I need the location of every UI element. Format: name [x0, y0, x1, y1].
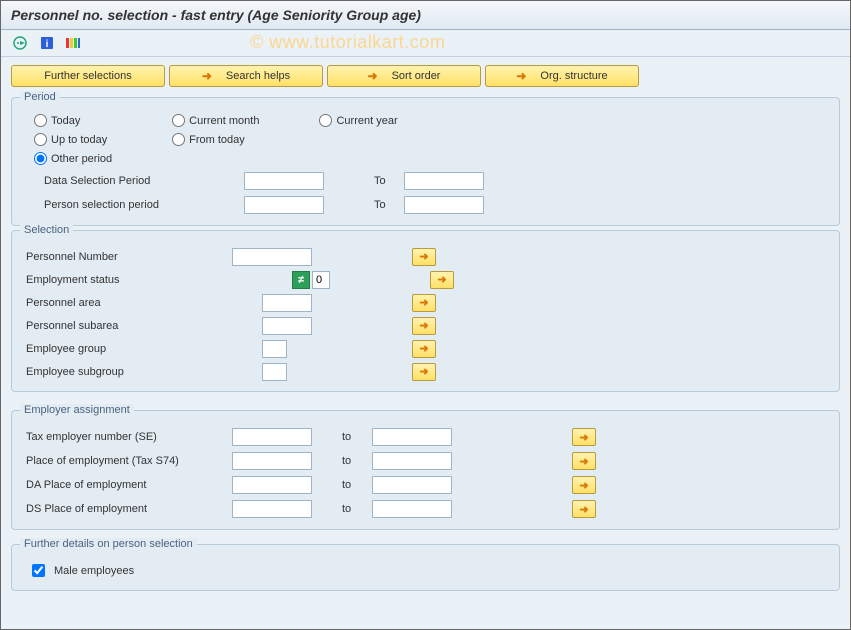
radio-from-today[interactable]: From today [172, 133, 259, 146]
multi-select-button[interactable]: ➜ [412, 340, 436, 358]
dsplace-from-input[interactable] [232, 500, 312, 518]
selection-group: Selection Personnel Number➜ Employment s… [11, 230, 840, 392]
sap-window: Personnel no. selection - fast entry (Ag… [0, 0, 851, 630]
to-label: To [374, 175, 404, 187]
placeemp-to-input[interactable] [372, 452, 452, 470]
radio-current-year[interactable]: Current year [319, 114, 397, 127]
not-equal-icon[interactable]: ≠ [292, 271, 310, 289]
data-sel-from-input[interactable] [244, 172, 324, 190]
button-label: Search helps [226, 70, 290, 82]
arrow-icon: ➜ [202, 69, 212, 83]
group-title: Period [20, 91, 60, 103]
radio-up-to-today[interactable]: Up to today [34, 133, 112, 146]
further-details-group: Further details on person selection Male… [11, 544, 840, 591]
daplace-label: DA Place of employment [22, 479, 232, 491]
multi-select-button[interactable]: ➜ [572, 500, 596, 518]
person-sel-period-label: Person selection period [44, 199, 244, 211]
employer-group: Employer assignment Tax employer number … [11, 410, 840, 530]
perssubarea-label: Personnel subarea [22, 320, 232, 332]
empgroup-input[interactable] [262, 340, 287, 358]
checkbox-label: Male employees [54, 565, 134, 577]
radio-label: Current month [189, 115, 259, 127]
radio-label: Current year [336, 115, 397, 127]
pernr-input[interactable] [232, 248, 312, 266]
group-title: Employer assignment [20, 404, 134, 416]
color-icon[interactable] [63, 34, 83, 52]
daplace-from-input[interactable] [232, 476, 312, 494]
person-sel-to-input[interactable] [404, 196, 484, 214]
multi-select-button[interactable]: ➜ [412, 317, 436, 335]
button-label: Sort order [392, 70, 441, 82]
radio-label: Other period [51, 153, 112, 165]
group-title: Selection [20, 224, 73, 236]
person-sel-from-input[interactable] [244, 196, 324, 214]
multi-select-button[interactable]: ➜ [430, 271, 454, 289]
sort-order-button[interactable]: ➜ Sort order [327, 65, 481, 87]
persarea-input[interactable] [262, 294, 312, 312]
pernr-label: Personnel Number [22, 251, 232, 263]
empstatus-input[interactable] [312, 271, 330, 289]
window-title: Personnel no. selection - fast entry (Ag… [1, 1, 850, 30]
radio-label: From today [189, 134, 245, 146]
multi-select-button[interactable]: ➜ [572, 476, 596, 494]
taxemp-to-input[interactable] [372, 428, 452, 446]
placeemp-label: Place of employment (Tax S74) [22, 455, 232, 467]
radio-label: Up to today [51, 134, 107, 146]
to-label: to [322, 455, 372, 467]
to-label: to [322, 503, 372, 515]
multi-select-button[interactable]: ➜ [412, 294, 436, 312]
male-employees-checkbox[interactable] [32, 564, 45, 577]
toolbar: i [1, 30, 850, 57]
button-row: Further selections ➜ Search helps ➜ Sort o… [1, 57, 850, 93]
to-label: To [374, 199, 404, 211]
search-helps-button[interactable]: ➜ Search helps [169, 65, 323, 87]
to-label: to [322, 479, 372, 491]
org-structure-button[interactable]: ➜ Org. structure [485, 65, 639, 87]
radio-today[interactable]: Today [34, 114, 112, 127]
multi-select-button[interactable]: ➜ [412, 363, 436, 381]
empstatus-label: Employment status [22, 274, 232, 286]
persarea-label: Personnel area [22, 297, 232, 309]
radio-label: Today [51, 115, 80, 127]
multi-select-button[interactable]: ➜ [572, 428, 596, 446]
empsubgroup-label: Employee subgroup [22, 366, 232, 378]
empsubgroup-input[interactable] [262, 363, 287, 381]
radio-current-month[interactable]: Current month [172, 114, 259, 127]
button-label: Org. structure [540, 70, 607, 82]
svg-text:i: i [46, 39, 49, 50]
group-title: Further details on person selection [20, 538, 197, 550]
button-label: Further selections [44, 70, 131, 82]
taxemp-label: Tax employer number (SE) [22, 431, 232, 443]
radio-other-period[interactable]: Other period [34, 152, 112, 165]
perssubarea-input[interactable] [262, 317, 312, 335]
empgroup-label: Employee group [22, 343, 232, 355]
dsplace-to-input[interactable] [372, 500, 452, 518]
arrow-icon: ➜ [516, 69, 526, 83]
taxemp-from-input[interactable] [232, 428, 312, 446]
placeemp-from-input[interactable] [232, 452, 312, 470]
period-group: Period Today Up to today Other period Cu… [11, 97, 840, 226]
data-sel-to-input[interactable] [404, 172, 484, 190]
multi-select-button[interactable]: ➜ [412, 248, 436, 266]
dsplace-label: DS Place of employment [22, 503, 232, 515]
arrow-icon: ➜ [368, 69, 378, 83]
multi-select-button[interactable]: ➜ [572, 452, 596, 470]
info-icon[interactable]: i [37, 34, 57, 52]
daplace-to-input[interactable] [372, 476, 452, 494]
further-selections-button[interactable]: Further selections [11, 65, 165, 87]
data-sel-period-label: Data Selection Period [44, 175, 244, 187]
to-label: to [322, 431, 372, 443]
execute-icon[interactable] [11, 34, 31, 52]
